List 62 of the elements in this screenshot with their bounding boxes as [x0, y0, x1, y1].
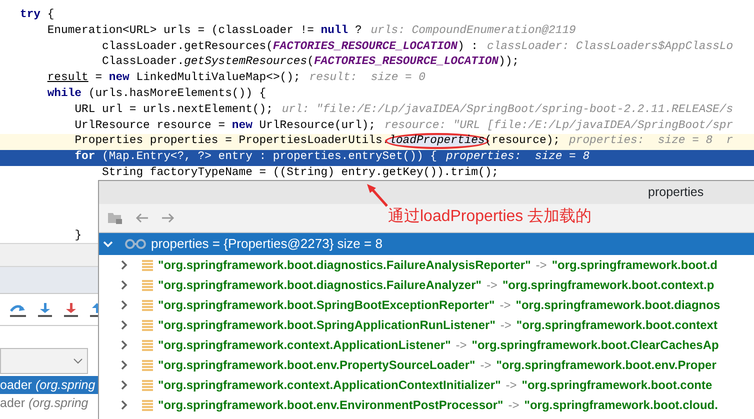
tree-row-text: properties = {Properties@2273} size = 8: [151, 235, 382, 254]
code-text: UrlResource resource =: [74, 120, 226, 132]
keyword: null: [320, 24, 348, 37]
arrow-text: ->: [506, 377, 517, 394]
inline-value: classLoader: ClassLoaders$AppClassLo: [487, 40, 734, 53]
tree-row[interactable]: properties = {Properties@2273} size = 8: [99, 233, 754, 255]
code-text: ) :: [457, 40, 478, 53]
code-text: LinkedMultiValueMap<>();: [136, 72, 300, 84]
method-name: getSystemResources: [184, 56, 308, 68]
entry-value: "org.springframework.boot.ClearCachesAp: [472, 337, 719, 354]
arrow-text: ->: [500, 297, 511, 314]
code-text: ClassLoader.: [102, 56, 184, 68]
arrow-text: ->: [456, 337, 467, 354]
code-text: classLoader.getResources(: [102, 40, 273, 53]
code-text: (: [307, 56, 314, 68]
inline-value: urls: CompoundEnumeration@2119: [370, 24, 576, 37]
entry-key: "org.springframework.boot.SpringBootExceptionReporter": [158, 296, 495, 314]
arrow-text: ->: [480, 357, 492, 374]
entry-value: "org.springframework.boot.context.p: [502, 277, 714, 294]
annotation-text: 通过loadProperties 去加载的: [388, 206, 592, 227]
entry-value: "org.springframework.boot.conte: [522, 377, 712, 394]
constant: FACTORIES_RESOURCE_LOCATION: [314, 56, 499, 68]
constant: FACTORIES_RESOURCE_LOCATION: [272, 40, 458, 53]
entry-key: "org.springframework.context.ApplicationListener": [158, 336, 451, 354]
popup-title: properties: [99, 181, 754, 204]
entry-value: "org.springframework.boot.context: [516, 317, 718, 334]
entry-value: "org.springframework.boot.d: [552, 257, 718, 274]
code-text: (Map.Entry<?, ?> entry : properties.entrySet()) {: [102, 151, 437, 164]
entry-key: "org.springframework.context.ApplicationContextInitializer": [158, 376, 501, 394]
entry-key: "org.springframework.boot.SpringApplicationRunListener": [158, 316, 496, 334]
code-text: Enumeration<URL> urls = (classLoader !=: [47, 24, 315, 37]
inline-value: url: "file:/E:/Lp/javaIDEA/SpringBoot/spring-boot-2.2.11.RELEASE/s: [282, 104, 734, 116]
keyword: new: [108, 72, 130, 84]
keyword: try: [20, 9, 41, 21]
keyword: new: [232, 120, 252, 132]
inline-value: resource: "URL [file:/E:/Lp/javaIDEA/SpringBoot/spr: [384, 120, 734, 132]
arrow-text: ->: [500, 317, 512, 334]
code-text: (urls.hasMoreElements()) {: [88, 88, 266, 100]
code-text: {: [47, 9, 54, 21]
inline-value: properties: size = 8: [446, 151, 590, 164]
entry-value: "org.springframework.boot.diagnos: [516, 297, 720, 314]
entry-value: "org.springframework.boot.cloud.: [524, 397, 718, 414]
keyword: while: [47, 88, 82, 100]
arrow-text: ->: [486, 277, 498, 294]
inline-value: properties: size = 8 r: [569, 135, 734, 148]
arrow-text: ->: [508, 397, 520, 414]
entry-key: "org.springframework.boot.diagnostics.FailureAnalyzer": [158, 276, 482, 294]
entry-key: "org.springframework.boot.env.PropertySourceLoader": [158, 356, 476, 374]
keyword: for: [74, 151, 96, 164]
inline-value: result: size = 0: [309, 72, 426, 84]
code-text: ));: [498, 56, 520, 68]
code-text: UrlResource(url);: [259, 120, 376, 132]
code-text: String factoryTypeName = ((String) entry.getKey()).trim();: [102, 166, 498, 179]
code-text: ?: [354, 24, 362, 37]
entry-key: "org.springframework.boot.diagnostics.FailureAnalysisReporter": [158, 256, 531, 274]
code-text: =: [95, 72, 104, 84]
field-name: result: [47, 72, 88, 84]
arrow-text: ->: [536, 257, 547, 274]
code-text: }: [74, 230, 82, 242]
code-text: URL url = urls.nextElement();: [74, 104, 273, 116]
entry-key: "org.springframework.boot.env.EnvironmentPostProcessor": [158, 396, 504, 414]
entry-value: "org.springframework.boot.env.Proper: [496, 357, 716, 374]
